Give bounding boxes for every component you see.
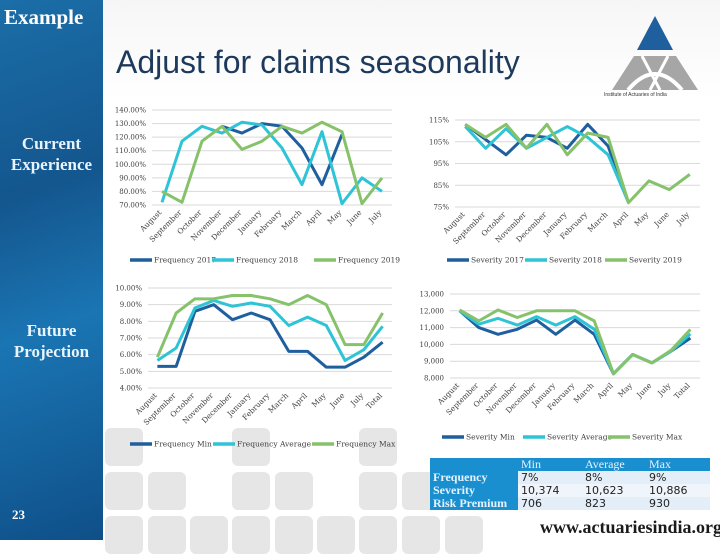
- section-current-experience: Current Experience: [0, 133, 103, 175]
- y-tick-label: 8.00%: [120, 318, 143, 326]
- y-tick-label: 7.00%: [120, 335, 143, 343]
- x-tick-label: July: [674, 210, 692, 228]
- legend-label: Severity Average: [547, 433, 613, 442]
- y-tick-label: 90.00%: [119, 174, 146, 182]
- header-max: Max: [646, 458, 710, 471]
- y-tick-label: 110.00%: [115, 147, 146, 155]
- section-future-line1: Future: [26, 321, 77, 340]
- x-tick-label: April: [289, 391, 310, 412]
- legend-label: Severity 2018: [549, 256, 602, 265]
- y-tick-label: 5.00%: [120, 368, 143, 376]
- legend-label: Frequency 2019: [338, 256, 400, 265]
- y-tick-label: 9.00%: [120, 301, 143, 309]
- legend-label: Severity Max: [632, 433, 683, 442]
- frequency-projection-chart: 4.00%5.00%6.00%7.00%8.00%9.00%10.00%Augu…: [115, 285, 396, 449]
- severity-current-chart: 75%85%95%105%115%AugustSeptemberOctoberN…: [429, 117, 700, 265]
- header-min: Min: [518, 458, 582, 471]
- cell-frequency-min: 7%: [518, 471, 582, 484]
- y-tick-label: 10,000: [420, 341, 445, 349]
- legend-label: Frequency 2018: [236, 256, 298, 265]
- y-tick-label: 130.00%: [115, 120, 146, 128]
- website-url: www.actuariesindia.org: [540, 517, 720, 537]
- x-tick-label: May: [632, 210, 650, 228]
- legend-label: Severity 2019: [629, 256, 682, 265]
- institute-logo: [612, 16, 698, 92]
- x-tick-label: July: [655, 381, 673, 399]
- y-tick-label: 70.00%: [119, 202, 146, 210]
- x-tick-label: June: [634, 381, 654, 401]
- row-label-risk-premium: Risk Premium: [430, 497, 518, 510]
- page-number: 23: [12, 507, 25, 522]
- table-row: Risk Premium 706 823 930: [430, 497, 710, 510]
- series-line-frequency-2017: [221, 122, 344, 187]
- y-tick-label: 120.00%: [115, 134, 146, 142]
- legend-label: Frequency 2017: [154, 256, 216, 265]
- section-current-line2: Experience: [10, 155, 93, 174]
- x-tick-label: March: [586, 210, 610, 234]
- cell-severity-max: 10,886: [646, 484, 710, 497]
- y-tick-label: 140.00%: [115, 107, 146, 115]
- x-tick-label: March: [266, 391, 290, 415]
- x-tick-label: May: [325, 208, 343, 226]
- y-tick-label: 95%: [433, 160, 449, 168]
- section-current-line1: Current: [21, 134, 82, 153]
- section-future-projection: Future Projection: [0, 320, 103, 362]
- y-tick-label: 85%: [433, 182, 449, 190]
- x-tick-label: April: [303, 208, 324, 229]
- legend-label: Frequency Min: [154, 440, 212, 449]
- cell-risk-premium-average: 823: [582, 497, 646, 510]
- logo-triangle-top: [637, 16, 673, 50]
- logo-caption: Institute of Actuaries of India: [604, 92, 667, 98]
- y-tick-label: 100.00%: [115, 161, 146, 169]
- y-tick-label: 80.00%: [119, 188, 146, 196]
- y-tick-label: 13,000: [420, 291, 445, 299]
- y-tick-label: 105%: [429, 138, 449, 146]
- slide-title: Adjust for claims seasonality: [116, 44, 520, 80]
- y-tick-label: 75%: [433, 204, 449, 212]
- sidebar: [0, 0, 103, 540]
- y-tick-label: 11,000: [420, 324, 445, 332]
- severity-projection-chart: 8,0009,00010,00011,00012,00013,000August…: [420, 291, 700, 442]
- x-tick-label: March: [280, 208, 304, 232]
- cell-severity-min: 10,374: [518, 484, 582, 497]
- legend-label: Frequency Average: [237, 440, 312, 449]
- header-average: Average: [582, 458, 646, 471]
- cell-frequency-average: 8%: [582, 471, 646, 484]
- x-tick-label: May: [310, 391, 328, 409]
- y-tick-label: 4.00%: [120, 385, 143, 393]
- y-tick-label: 6.00%: [120, 351, 143, 359]
- cell-frequency-max: 9%: [646, 471, 710, 484]
- x-tick-label: June: [652, 210, 672, 230]
- x-tick-label: April: [610, 210, 631, 231]
- y-tick-label: 115%: [429, 117, 449, 125]
- y-tick-label: 10.00%: [115, 285, 142, 293]
- legend-label: Severity 2017: [471, 256, 524, 265]
- slide-tag: Example: [4, 5, 84, 29]
- x-tick-label: May: [616, 381, 634, 399]
- x-tick-label: Total: [364, 391, 384, 411]
- x-tick-label: April: [595, 381, 616, 402]
- y-tick-label: 12,000: [420, 307, 445, 315]
- y-tick-label: 8,000: [424, 375, 444, 383]
- x-tick-label: July: [366, 208, 384, 226]
- y-tick-label: 9,000: [424, 358, 444, 366]
- x-tick-label: July: [348, 391, 366, 409]
- frequency-current-chart: 70.00% 80.00% 90.00% 100.00% 110.00% 120.00% 1…: [115, 107, 400, 265]
- x-tick-label: June: [327, 391, 347, 411]
- cell-risk-premium-min: 706: [518, 497, 582, 510]
- summary-table: Min Average Max Frequency 7% 8% 9% Sever…: [430, 458, 710, 510]
- legend-label: Severity Min: [466, 433, 515, 442]
- x-tick-label: March: [572, 381, 596, 405]
- cell-risk-premium-max: 930: [646, 497, 710, 510]
- legend-label: Frequency Max: [336, 440, 396, 449]
- cell-severity-average: 10,623: [582, 484, 646, 497]
- x-tick-label: Total: [672, 381, 692, 401]
- series-line-frequency-average: [156, 299, 384, 362]
- x-tick-label: June: [344, 208, 364, 228]
- section-future-line2: Projection: [13, 342, 90, 361]
